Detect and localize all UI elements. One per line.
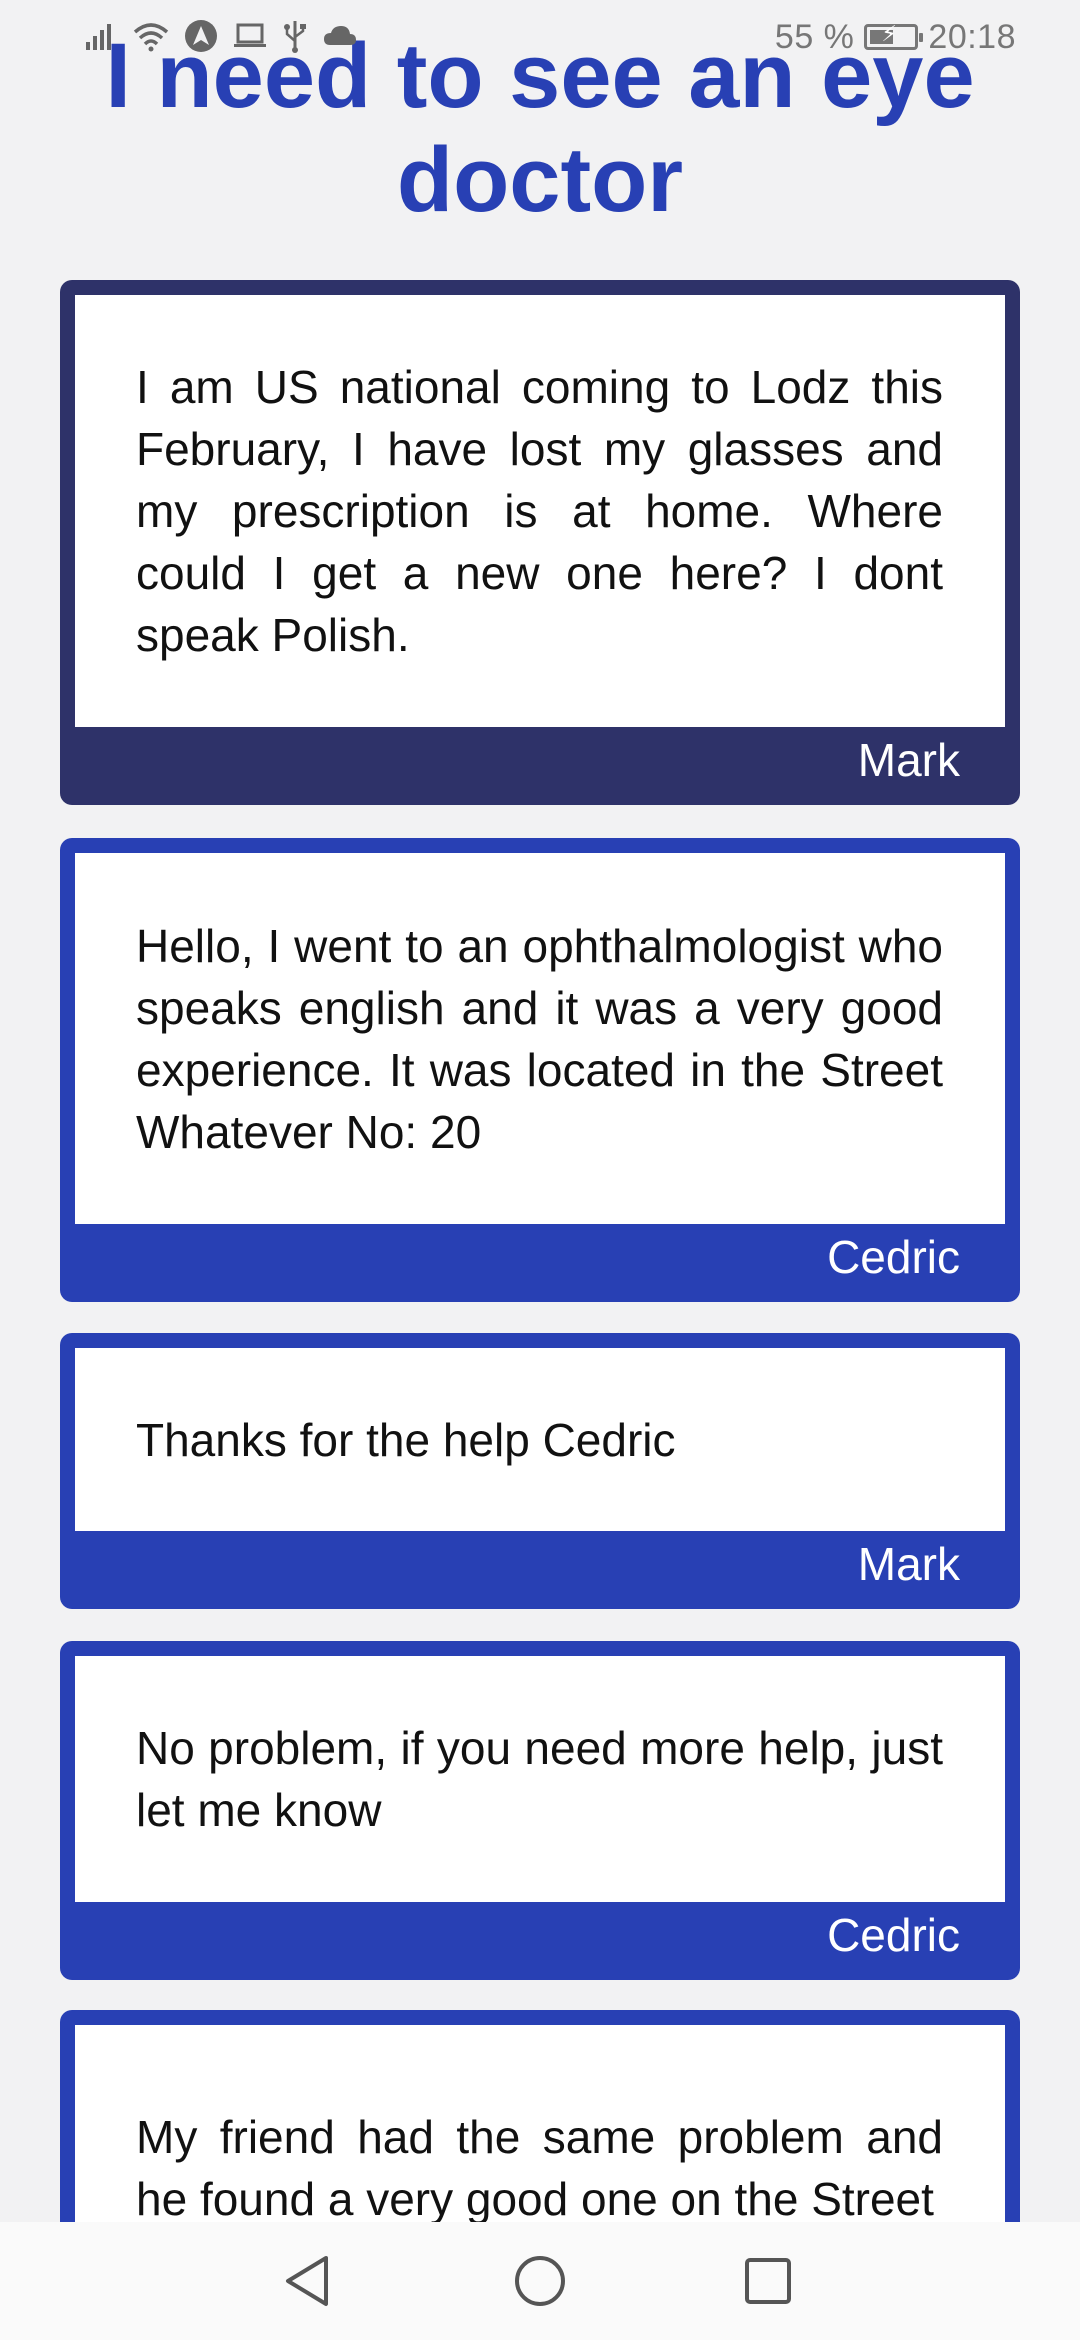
post-body: Hello, I went to an ophthalmologist who …: [75, 853, 1005, 1224]
home-icon: [515, 2256, 565, 2306]
charging-bolt-icon: ⚡: [881, 21, 898, 46]
wifi-icon: [132, 20, 170, 57]
post-body: I am US national coming to Lodz this Feb…: [75, 295, 1005, 727]
post-text: I am US national coming to Lodz this Feb…: [136, 361, 943, 661]
home-button[interactable]: [495, 2222, 585, 2340]
signal-icon: [84, 20, 118, 57]
post-text: My friend had the same problem and he fo…: [136, 2111, 943, 2225]
post-body: No problem, if you need more help, just …: [75, 1656, 1005, 1902]
back-button[interactable]: [262, 2222, 352, 2340]
post-text: Hello, I went to an ophthalmologist who …: [136, 919, 943, 1158]
system-navigation-bar: [0, 2222, 1080, 2340]
battery-icon: ⚡: [864, 21, 924, 50]
post-author: Cedric: [827, 1231, 960, 1283]
post-card[interactable]: No problem, if you need more help, just …: [60, 1641, 1020, 1980]
battery-percentage: 55 %: [774, 17, 855, 56]
post-card[interactable]: I am US national coming to Lodz this Feb…: [60, 280, 1020, 805]
clock-time: 20:18: [928, 17, 1016, 56]
post-text: Thanks for the help Cedric: [136, 1413, 676, 1466]
post-author: Mark: [857, 734, 960, 786]
recents-button[interactable]: [723, 2222, 813, 2340]
post-card[interactable]: Hello, I went to an ophthalmologist who …: [60, 838, 1020, 1302]
post-text: No problem, if you need more help, just …: [136, 1722, 943, 1836]
status-icons-left: [84, 18, 358, 58]
navigation-app-icon: [184, 19, 218, 58]
status-bar: 55 % ⚡ 20:18: [0, 0, 1080, 72]
laptop-icon: [232, 21, 268, 56]
back-icon: [286, 2256, 328, 2306]
post-body: Thanks for the help Cedric: [75, 1348, 1005, 1531]
post-author: Cedric: [827, 1909, 960, 1961]
recents-icon: [745, 2258, 791, 2304]
usb-icon: [282, 19, 308, 58]
status-info-right: 55 % ⚡ 20:18: [775, 16, 1016, 58]
cloud-icon: [322, 23, 358, 54]
post-card[interactable]: Thanks for the help Cedric Mark: [60, 1333, 1020, 1609]
post-author: Mark: [857, 1538, 960, 1590]
